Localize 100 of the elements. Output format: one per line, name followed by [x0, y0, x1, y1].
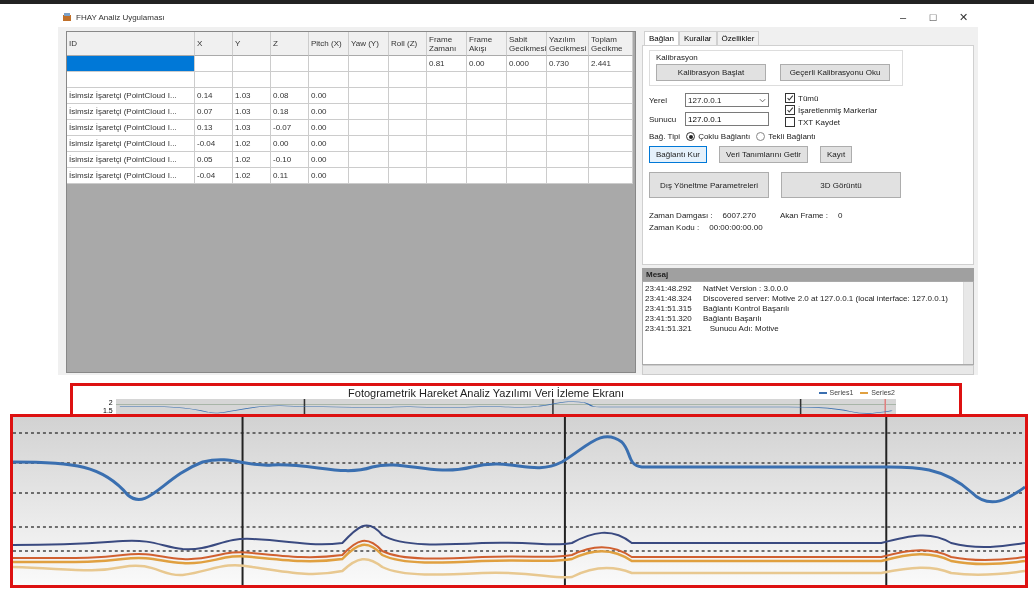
message-time: 23:41:51.321 — [645, 324, 693, 333]
table-cell — [389, 168, 427, 184]
table-cell — [589, 88, 633, 104]
table-cell — [589, 72, 633, 88]
table-cell — [547, 72, 589, 88]
close-button[interactable]: ✕ — [948, 7, 978, 27]
column-header[interactable]: Roll (Z) — [389, 32, 427, 56]
action-button[interactable]: Bağlantı Kur — [649, 146, 708, 163]
info-label: Zaman Kodu : — [649, 223, 700, 232]
column-header[interactable]: Y — [233, 32, 271, 56]
column-header[interactable]: Pitch (X) — [309, 32, 349, 56]
minimize-button[interactable]: – — [888, 7, 918, 27]
column-header[interactable]: Frame Akışı — [467, 32, 507, 56]
message-time: 23:41:48.324 — [645, 294, 693, 303]
table-cell: 0.730 — [547, 56, 589, 72]
table-cell: 1.03 — [233, 88, 271, 104]
table-cell — [427, 72, 467, 88]
column-header[interactable]: Toplam Gecikme — [589, 32, 633, 56]
table-cell: 1.03 — [233, 120, 271, 136]
table-cell — [467, 136, 507, 152]
table-cell — [233, 56, 271, 72]
action-button[interactable]: Kayıt — [820, 146, 853, 163]
column-header[interactable]: Frame Zamanı — [427, 32, 467, 56]
table-cell — [467, 120, 507, 136]
table-cell — [467, 88, 507, 104]
table-cell — [507, 104, 547, 120]
table-cell — [467, 104, 507, 120]
column-header[interactable]: Sabit Gecikmesi — [507, 32, 547, 56]
radio-button[interactable] — [756, 132, 766, 141]
table-cell — [349, 152, 389, 168]
info-label: Zaman Damgası : — [649, 211, 713, 220]
table-cell — [233, 72, 271, 88]
table-cell — [195, 72, 233, 88]
table-cell — [427, 104, 467, 120]
table-cell — [349, 56, 389, 72]
table-cell: 0.81 — [427, 56, 467, 72]
calibration-button[interactable]: Geçerli Kalibrasyonu Oku — [780, 64, 890, 81]
server-address-field[interactable]: 127.0.0.1 — [685, 112, 769, 126]
message-time: 23:41:48.292 — [645, 284, 693, 293]
action-button[interactable]: 3D Görüntü — [781, 172, 901, 198]
radio-label: Tekli Bağlantı — [768, 132, 816, 141]
action-button[interactable]: Veri Tanımlarını Getir — [719, 146, 809, 163]
table-cell — [467, 168, 507, 184]
table-cell: 0.05 — [195, 152, 233, 168]
table-cell — [309, 56, 349, 72]
field-label: Bağ. Tipi — [649, 132, 681, 141]
calibration-button[interactable]: Kalibrasyon Başlat — [656, 64, 766, 81]
column-header[interactable]: Z — [271, 32, 309, 56]
table-cell: 0.000 — [507, 56, 547, 72]
radio-button[interactable] — [686, 132, 696, 141]
table-cell — [547, 88, 589, 104]
column-header[interactable]: Yazılım Gecikmesi — [547, 32, 589, 56]
table-cell — [547, 168, 589, 184]
scrollbar[interactable] — [963, 282, 973, 364]
table-cell — [389, 104, 427, 120]
column-header[interactable]: ID — [67, 32, 195, 56]
table-cell — [389, 88, 427, 104]
table-cell: İsimsiz İşaretçi (PointCloud I... — [67, 168, 195, 184]
table-cell — [547, 152, 589, 168]
info-value: 6007.270 — [722, 211, 756, 220]
table-cell: 1.02 — [233, 136, 271, 152]
table-cell — [507, 88, 547, 104]
table-cell — [271, 56, 309, 72]
table-cell — [349, 72, 389, 88]
table-cell: İsimsiz İşaretçi (PointCloud I... — [67, 152, 195, 168]
scrollbar[interactable] — [642, 365, 974, 375]
table-cell — [589, 120, 633, 136]
table-cell: 0.00 — [271, 136, 309, 152]
action-button[interactable]: Dış Yöneltme Parametreleri — [649, 172, 769, 198]
table-cell — [195, 56, 233, 72]
table-cell — [467, 72, 507, 88]
tab[interactable]: Kurallar — [678, 31, 717, 45]
table-cell: 0.00 — [309, 152, 349, 168]
table-cell — [427, 168, 467, 184]
column-header[interactable]: Yaw (Y) — [349, 32, 389, 56]
table-cell — [589, 168, 633, 184]
column-header[interactable]: X — [195, 32, 233, 56]
checkbox[interactable] — [785, 117, 795, 127]
table-cell — [427, 120, 467, 136]
table-cell: 1.02 — [233, 152, 271, 168]
checkbox[interactable] — [785, 105, 795, 115]
table-cell — [547, 136, 589, 152]
tab[interactable]: Bağlan — [644, 31, 679, 45]
table-cell: 0.00 — [309, 136, 349, 152]
table-cell: 0.00 — [309, 168, 349, 184]
message-text: Bağlantı Başarılı — [703, 314, 762, 323]
table-cell: 1.03 — [233, 104, 271, 120]
tab[interactable]: Özellikler — [716, 31, 760, 45]
message-time: 23:41:51.315 — [645, 304, 693, 313]
table-cell — [389, 136, 427, 152]
table-cell: İsimsiz İşaretçi (PointCloud I... — [67, 120, 195, 136]
maximize-button[interactable]: □ — [918, 7, 948, 27]
local-address-dropdown[interactable]: 127.0.0.1 — [685, 93, 769, 107]
checkbox[interactable] — [785, 93, 795, 103]
table-cell: İsimsiz İşaretçi (PointCloud I... — [67, 88, 195, 104]
table-cell: 0.00 — [467, 56, 507, 72]
table-cell: 1.02 — [233, 168, 271, 184]
app-icon — [62, 12, 72, 22]
table-cell — [507, 136, 547, 152]
table-cell — [467, 152, 507, 168]
